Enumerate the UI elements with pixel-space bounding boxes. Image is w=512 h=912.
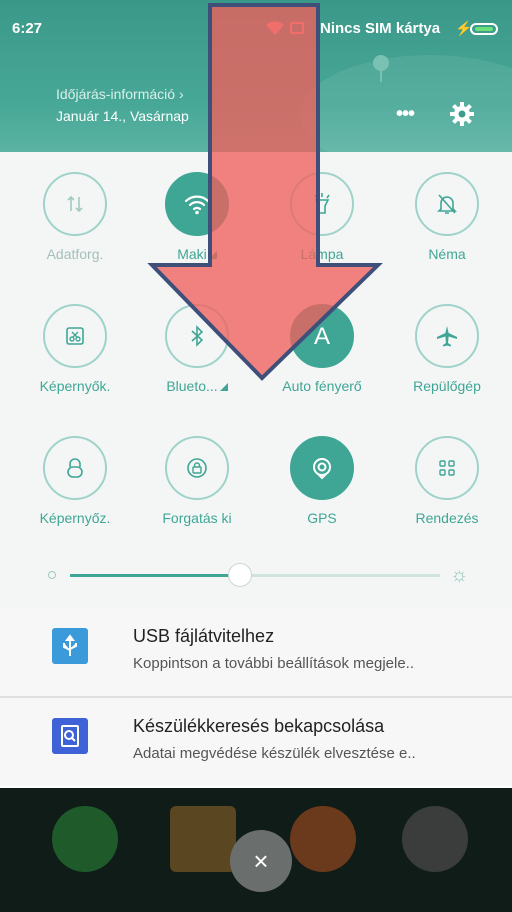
tile-data-transfer[interactable]: Adatforg. (15, 172, 135, 262)
brightness-track[interactable] (70, 563, 440, 587)
tile-auto-brightness[interactable]: A Auto fényerő (262, 304, 382, 394)
close-button[interactable]: × (230, 830, 292, 892)
rotation-lock-icon (165, 436, 229, 500)
camera-icon (402, 806, 468, 872)
tile-label: Néma (428, 246, 466, 262)
tile-rotation[interactable]: Forgatás ki (137, 436, 257, 526)
phone-icon (52, 806, 118, 872)
notification-list: USB fájlátvitelhez Koppintson a további … (0, 608, 512, 788)
quick-settings-panel: Adatforg. Maki Lámpa Néma Képernyők. Blu… (0, 152, 512, 608)
tile-label: Maki (137, 246, 257, 262)
gear-icon[interactable] (448, 100, 476, 128)
tile-label: Rendezés (415, 510, 479, 526)
weather-info-link[interactable]: Időjárás-információ › (56, 86, 184, 102)
grid-icon (415, 436, 479, 500)
notification-shade-header: 6:27 Nincs SIM kártya ⚡ Időjárás-informá… (0, 0, 512, 175)
brightness-low-icon (48, 571, 56, 579)
tile-silent[interactable]: Néma (387, 172, 507, 262)
brightness-thumb[interactable] (228, 563, 253, 587)
brightness-high-icon: ☼ (450, 564, 469, 586)
wifi-status-icon (265, 20, 285, 40)
notification-usb[interactable]: USB fájlátvitelhez Koppintson a további … (0, 608, 512, 696)
screenshot-icon (43, 304, 107, 368)
tile-arrange[interactable]: Rendezés (387, 436, 507, 526)
tile-wifi[interactable]: Maki (137, 172, 257, 262)
usb-icon (52, 628, 88, 664)
weather-title: Időjárás-információ (56, 86, 176, 102)
screen: 6:27 Nincs SIM kártya ⚡ Időjárás-informá… (0, 0, 512, 912)
weather-date: Január 14., Vasárnap (56, 108, 189, 124)
data-transfer-icon (43, 172, 107, 236)
battery-icon (470, 23, 498, 35)
notification-text: Adatai megvédése készülék elvesztése e.. (133, 745, 416, 762)
lock-icon (43, 436, 107, 500)
find-device-icon (52, 718, 88, 754)
messages-icon (170, 806, 236, 872)
tile-label: Képernyők. (39, 378, 111, 394)
auto-brightness-glyph: A (313, 323, 330, 350)
clock: 6:27 (12, 20, 43, 37)
no-sim-icon (290, 22, 304, 34)
tile-airplane[interactable]: Repülőgép (387, 304, 507, 394)
tile-label: Forgatás ki (162, 510, 232, 526)
tile-label: GPS (307, 510, 337, 526)
brightness-slider[interactable]: ☼ (48, 562, 478, 592)
chevron-right-icon: › (178, 86, 184, 102)
tile-label: Auto fényerő (282, 378, 362, 394)
tile-label: Blueto... (137, 378, 257, 394)
chrome-icon (290, 806, 356, 872)
carrier-label: Nincs SIM kártya (320, 20, 441, 37)
tile-screen-lock[interactable]: Képernyőz. (15, 436, 135, 526)
tile-flashlight[interactable]: Lámpa (262, 172, 382, 262)
tile-label: Képernyőz. (39, 510, 111, 526)
tile-label: Adatforg. (46, 246, 104, 262)
tile-screenshot[interactable]: Képernyők. (15, 304, 135, 394)
status-bar: 6:27 Nincs SIM kártya ⚡ (0, 0, 512, 40)
tile-label: Repülőgép (413, 378, 481, 394)
notification-text: Koppintson a további beállítások megjele… (133, 655, 415, 672)
flashlight-icon (290, 172, 354, 236)
bluetooth-icon (165, 304, 229, 368)
gps-icon (290, 436, 354, 500)
wifi-icon (165, 172, 229, 236)
notification-title: Készülékkeresés bekapcsolása (133, 716, 385, 736)
notification-title: USB fájlátvitelhez (133, 626, 275, 646)
tile-label: Lámpa (300, 246, 344, 262)
brightness-fill (70, 574, 241, 577)
tile-gps[interactable]: GPS (262, 436, 382, 526)
airplane-icon (415, 304, 479, 368)
tile-bluetooth[interactable]: Blueto... (137, 304, 257, 394)
notification-find-device[interactable]: Készülékkeresés bekapcsolása Adatai megv… (0, 698, 512, 786)
more-button[interactable]: ••• (396, 103, 415, 126)
auto-brightness-icon: A (290, 304, 354, 368)
header-tree-trunk (380, 68, 382, 82)
bell-off-icon (415, 172, 479, 236)
